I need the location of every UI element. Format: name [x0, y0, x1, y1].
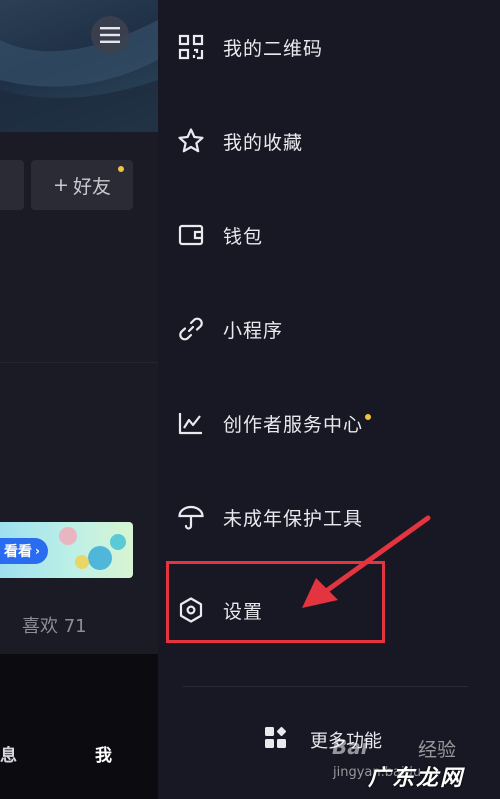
link-icon — [176, 314, 206, 344]
banner-pattern — [0, 20, 158, 132]
drawer-item-label: 创作者服务中心 — [223, 413, 364, 436]
drawer-item-label: 我的二维码 — [223, 37, 324, 60]
umbrella-icon — [176, 502, 206, 532]
notification-dot — [365, 414, 372, 420]
plus-icon: + — [53, 174, 69, 196]
settings-highlight-box — [166, 561, 385, 643]
promo-illustration — [59, 527, 126, 570]
profile-banner — [0, 0, 158, 132]
grid-plus-icon — [264, 726, 288, 754]
promo-banner[interactable]: 看看 › — [0, 522, 133, 578]
divider — [0, 362, 158, 363]
divider — [183, 686, 468, 687]
qr-code-icon — [176, 32, 206, 62]
add-friend-button[interactable]: + 好友 — [31, 160, 133, 210]
drawer-item-creator-center[interactable]: 创作者服务中心 — [176, 398, 476, 448]
drawer-item-wallet[interactable]: 钱包 — [176, 210, 476, 260]
site-watermark: 广东龙网 — [368, 766, 465, 791]
profile-page-background: + 好友 看看 › 喜欢 71 息 我 — [0, 0, 158, 799]
nav-me[interactable]: 我 — [95, 741, 112, 766]
jingyan-watermark: 经验 — [418, 739, 457, 761]
bottom-navigation — [0, 654, 158, 799]
nav-messages[interactable]: 息 — [0, 741, 17, 766]
drawer-item-label: 我的收藏 — [223, 131, 304, 154]
drawer-item-minor-protection[interactable]: 未成年保护工具 — [176, 492, 476, 542]
drawer-item-label: 未成年保护工具 — [223, 507, 364, 530]
add-friend-label: 好友 — [72, 175, 111, 198]
chart-icon — [176, 408, 206, 438]
drawer-item-label: 小程序 — [223, 319, 284, 342]
drawer-item-mini-programs[interactable]: 小程序 — [176, 304, 476, 354]
drawer-item-qr-code[interactable]: 我的二维码 — [176, 22, 476, 72]
baidu-watermark: Bai — [332, 735, 368, 759]
star-icon — [176, 126, 206, 156]
hamburger-menu-button[interactable] — [91, 16, 129, 54]
edit-profile-button[interactable] — [0, 160, 24, 210]
drawer-item-favorites[interactable]: 我的收藏 — [176, 116, 476, 166]
likes-tab[interactable]: 喜欢 71 — [22, 612, 87, 638]
notification-dot — [118, 166, 124, 172]
wallet-icon — [176, 220, 206, 250]
hamburger-icon — [100, 27, 120, 43]
side-drawer: 我的二维码 我的收藏 钱包 小程序 创作者服务中心 未成年保护工具 设置 更多功… — [158, 0, 500, 799]
drawer-item-label: 钱包 — [223, 225, 264, 248]
